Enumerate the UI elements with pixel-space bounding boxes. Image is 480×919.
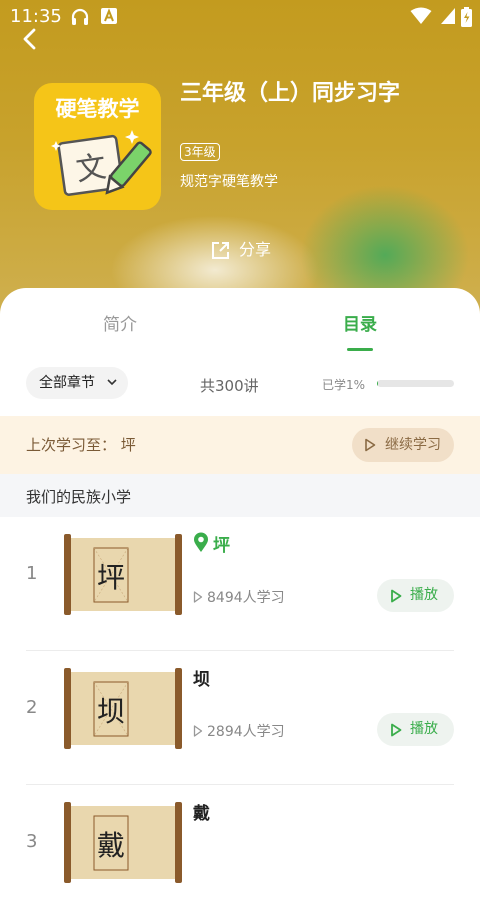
course-header: 11:35 硬笔教学 文 三年级（上）同步习字 3年级 规范字硬笔教学 分享 <box>0 0 480 320</box>
continue-learning-button[interactable]: 继续学习 <box>352 428 454 462</box>
cover-char: 文 <box>74 149 109 188</box>
lesson-title: 坝 <box>193 670 210 690</box>
play-label: 播放 <box>410 721 438 737</box>
lesson-title: 戴 <box>193 804 210 824</box>
share-label: 分享 <box>239 240 272 259</box>
battery-icon <box>461 7 472 27</box>
play-button[interactable]: 播放 <box>377 713 454 746</box>
section-title: 我们的民族小学 <box>26 488 132 506</box>
share-button[interactable]: 分享 <box>210 236 271 261</box>
student-count-text: 2894人学习 <box>207 724 285 740</box>
learning-progress-fill <box>377 380 378 387</box>
lesson-student-count: 8494人学习 <box>193 587 285 607</box>
play-count-icon <box>193 591 203 603</box>
last-study-banner: 上次学习至： 坪 继续学习 <box>0 416 480 474</box>
headset-icon <box>71 8 89 25</box>
learning-progress-bar <box>377 380 454 387</box>
status-time: 11:35 <box>10 6 62 27</box>
lesson-thumbnail: 戴 <box>64 802 182 883</box>
lesson-title: 坪 <box>213 536 230 556</box>
play-icon <box>365 438 376 452</box>
lesson-thumbnail: 坪 <box>64 534 182 615</box>
continue-learning-label: 继续学习 <box>385 437 441 453</box>
lesson-student-count: 2894人学习 <box>193 721 285 741</box>
learned-percent: 已学1% <box>322 378 366 392</box>
last-study-label: 上次学习至： 坪 <box>26 436 136 454</box>
play-count-icon <box>193 725 203 737</box>
lesson-index: 2 <box>26 697 38 718</box>
chapter-filter-label: 全部章节 <box>39 375 95 391</box>
lesson-row[interactable]: 2 坝 坝 2894人学习 播放 <box>0 651 480 785</box>
thumbnail-char: 坪 <box>97 561 125 594</box>
content-sheet: 简介 目录 全部章节 共300讲 已学1% 上次学习至： 坪 继续学习 我们的民… <box>0 288 480 883</box>
course-cover: 硬笔教学 文 <box>34 83 161 210</box>
share-icon <box>212 242 229 259</box>
wifi-icon <box>410 7 432 24</box>
tab-catalog[interactable]: 目录 <box>343 310 377 335</box>
lesson-total: 共300讲 <box>200 377 259 395</box>
thumbnail-char: 戴 <box>97 829 125 862</box>
lesson-index: 1 <box>26 563 38 584</box>
chevron-down-icon <box>107 379 117 386</box>
lesson-thumbnail: 坝 <box>64 668 182 749</box>
back-icon[interactable] <box>18 26 44 52</box>
thumbnail-char: 坝 <box>97 695 125 728</box>
location-pin-icon <box>194 532 208 552</box>
section-header: 我们的民族小学 <box>0 474 480 517</box>
status-bar: 11:35 <box>0 0 480 34</box>
play-label: 播放 <box>410 587 438 603</box>
tab-intro[interactable]: 简介 <box>103 310 137 335</box>
play-icon <box>391 589 402 603</box>
pen-writing-icon: 文 <box>51 130 152 196</box>
play-icon <box>391 723 402 737</box>
lesson-row[interactable]: 1 坪 坪 8494人学习 播放 <box>0 517 480 651</box>
lesson-row[interactable]: 3 戴 戴 <box>0 785 480 919</box>
lesson-index: 3 <box>26 831 38 852</box>
app-a-icon <box>101 8 117 24</box>
student-count-text: 8494人学习 <box>207 590 285 606</box>
course-subtitle: 规范字硬笔教学 <box>180 174 278 190</box>
signal-icon <box>441 8 455 24</box>
course-title: 三年级（上）同步习字 <box>180 81 401 106</box>
tab-indicator <box>347 348 373 351</box>
chapter-filter-dropdown[interactable]: 全部章节 <box>26 367 128 399</box>
grade-badge: 3年级 <box>180 143 220 161</box>
play-button[interactable]: 播放 <box>377 579 454 612</box>
